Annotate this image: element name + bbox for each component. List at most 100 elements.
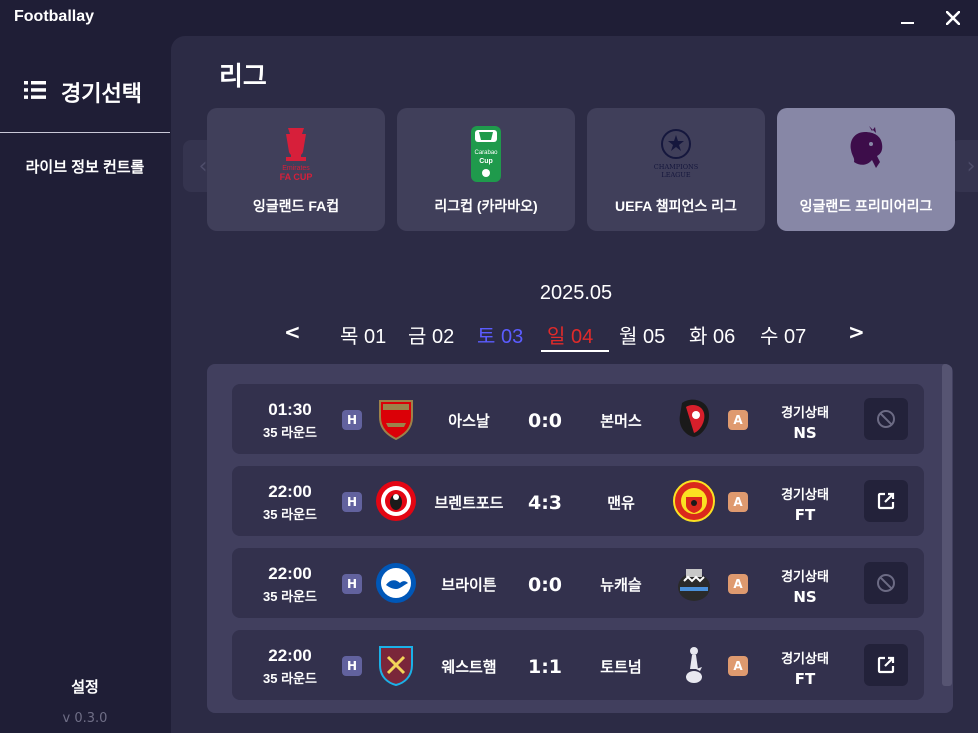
match-score: 1:1 [527, 656, 563, 678]
away-badge: A [728, 574, 748, 594]
league-name: UEFA 챔피언스 리그 [615, 198, 737, 214]
premier-league-logo [850, 126, 883, 168]
match-action-button[interactable] [864, 644, 908, 686]
match-round: 35 라운드 [263, 671, 317, 686]
date-item[interactable]: 금 02 [408, 320, 454, 349]
home-badge: H [342, 492, 362, 512]
chevron-right-icon: › [966, 153, 976, 179]
svg-text:Emirates: Emirates [282, 165, 310, 172]
match-time: 22:00 [268, 482, 312, 501]
match-list: 01:30 35 라운드 H 아스날 0:0 본머스 A 경기상태 NS 22:… [207, 364, 953, 713]
away-team-name: 토트넘 [600, 659, 642, 676]
man-utd-crest [673, 480, 715, 522]
close-icon [946, 11, 960, 25]
sidebar: 경기선택 라이브 정보 컨트롤 설정 v 0.3.0 [0, 36, 170, 733]
sidebar-header[interactable]: 경기선택 [0, 36, 170, 133]
date-item-selected[interactable]: 일 04 [547, 320, 593, 349]
carabao-cup-logo: Carabao Cup [471, 126, 501, 182]
status-value: FT [794, 506, 816, 524]
away-badge: A [728, 410, 748, 430]
settings-link[interactable]: 설정 [0, 676, 170, 697]
status-label: 경기상태 [781, 651, 829, 666]
match-score: 0:0 [527, 574, 563, 596]
date-item[interactable]: 화 06 [689, 320, 735, 349]
current-month: 2025.05 [539, 282, 613, 304]
sidebar-item-live-control[interactable]: 라이브 정보 컨트롤 [0, 156, 170, 177]
away-team-name: 본머스 [600, 413, 642, 430]
status-value: NS [793, 424, 817, 442]
date-item[interactable]: 수 07 [760, 320, 806, 349]
close-button[interactable] [938, 4, 968, 32]
league-name: 잉글랜드 FA컵 [252, 198, 340, 214]
title-bar: Footballay [0, 0, 978, 36]
main-panel: 리그 ‹ › Emirates FA CUP 잉글랜드 FA컵 Carabao … [171, 36, 978, 733]
match-row: 22:00 35 라운드 H 브라이튼 0:0 뉴캐슬 A 경기상태 NS [232, 548, 924, 618]
block-icon [877, 574, 895, 592]
svg-text:Carabao: Carabao [474, 150, 498, 156]
match-row: 01:30 35 라운드 H 아스날 0:0 본머스 A 경기상태 NS [232, 384, 924, 454]
away-team-name: 맨유 [607, 495, 635, 512]
date-item[interactable]: 월 05 [619, 320, 665, 349]
league-card-premier-league[interactable]: 잉글랜드 프리미어리그 [777, 108, 955, 231]
match-score: 4:3 [527, 492, 563, 514]
minimize-icon [900, 22, 914, 24]
newcastle-crest [678, 569, 710, 601]
match-time: 22:00 [268, 564, 312, 583]
external-link-icon [877, 492, 895, 510]
champions-league-logo: CHAMPIONS LEAGUE [654, 129, 698, 179]
league-card-fa-cup[interactable]: Emirates FA CUP 잉글랜드 FA컵 [207, 108, 385, 231]
home-team-name: 브렌트포드 [434, 495, 504, 512]
svg-text:CHAMPIONS: CHAMPIONS [654, 163, 698, 171]
status-value: FT [794, 670, 816, 688]
league-card-carabao-cup[interactable]: Carabao Cup 리그컵 (카라바오) [397, 108, 575, 231]
status-label: 경기상태 [781, 487, 829, 502]
brighton-crest [376, 563, 416, 603]
away-badge: A [728, 656, 748, 676]
match-score: 0:0 [527, 410, 563, 432]
date-item-saturday[interactable]: 토 03 [477, 320, 523, 349]
home-badge: H [342, 410, 362, 430]
arsenal-crest [379, 400, 413, 441]
status-label: 경기상태 [781, 569, 829, 584]
scrollbar[interactable] [942, 364, 952, 686]
carousel-next-button[interactable]: › [951, 140, 978, 192]
bournemouth-crest [679, 399, 710, 437]
date-item[interactable]: 목 01 [340, 320, 386, 349]
status-label: 경기상태 [781, 405, 829, 420]
fa-cup-logo: Emirates FA CUP [280, 128, 313, 182]
external-link-icon [877, 656, 895, 674]
sidebar-heading: 경기선택 [61, 81, 142, 106]
version-label: v 0.3.0 [62, 711, 108, 726]
status-value: NS [793, 588, 817, 606]
match-action-button[interactable] [864, 480, 908, 522]
home-team-name: 브라이튼 [441, 577, 497, 594]
tottenham-crest [686, 647, 702, 683]
match-round: 35 라운드 [263, 507, 317, 522]
match-round: 35 라운드 [263, 589, 317, 604]
match-action-button[interactable] [864, 562, 908, 604]
selected-date-underline [541, 350, 609, 352]
home-badge: H [342, 656, 362, 676]
svg-text:Cup: Cup [479, 158, 493, 165]
away-badge: A [728, 492, 748, 512]
league-name: 리그컵 (카라바오) [434, 198, 538, 214]
home-team-name: 웨스트햄 [441, 659, 497, 676]
match-round: 35 라운드 [263, 425, 317, 440]
date-prev-button[interactable]: < [284, 320, 301, 344]
svg-text:FA CUP: FA CUP [280, 172, 313, 182]
date-next-button[interactable]: > [848, 320, 865, 344]
block-icon [877, 410, 895, 428]
list-icon [24, 81, 46, 99]
match-time: 01:30 [268, 400, 312, 419]
svg-text:LEAGUE: LEAGUE [661, 171, 690, 179]
match-row: 22:00 35 라운드 H 웨스트햄 1:1 토트넘 A 경기상태 FT [232, 630, 924, 700]
league-card-champions-league[interactable]: CHAMPIONS LEAGUE UEFA 챔피언스 리그 [587, 108, 765, 231]
league-heading: 리그 [219, 61, 267, 91]
west-ham-crest [379, 646, 413, 687]
minimize-button[interactable] [892, 4, 922, 32]
match-time: 22:00 [268, 646, 312, 665]
home-badge: H [342, 574, 362, 594]
app-title: Footballay [14, 8, 95, 25]
match-action-button[interactable] [864, 398, 908, 440]
match-row: 22:00 35 라운드 H 브렌트포드 4:3 맨유 A 경기상태 FT [232, 466, 924, 536]
